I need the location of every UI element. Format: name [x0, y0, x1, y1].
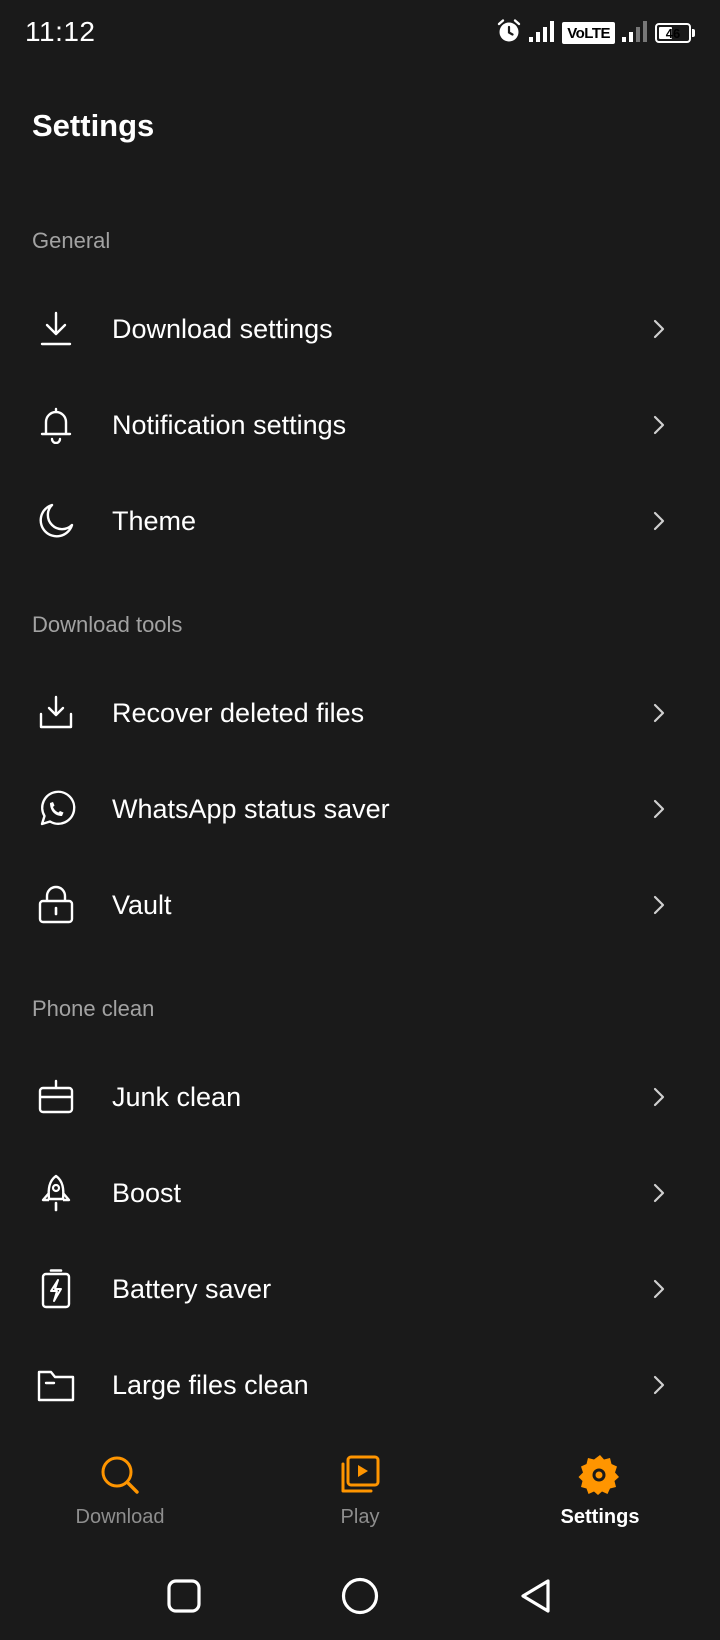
settings-item-battery-saver[interactable]: Battery saver [0, 1244, 720, 1334]
section-header-phone-clean: Phone clean [32, 996, 155, 1021]
settings-item-boost[interactable]: Boost [0, 1148, 720, 1238]
basket-icon [34, 1075, 78, 1119]
settings-item-recover-deleted-files[interactable]: Recover deleted files [0, 668, 720, 758]
nav-label: Download [75, 1506, 165, 1528]
settings-item-label: Theme [112, 505, 197, 536]
play-library-icon [337, 1452, 383, 1498]
recents-button[interactable] [162, 1574, 206, 1618]
moon-icon [34, 499, 78, 543]
alarm-icon [496, 18, 522, 49]
chevron-right-icon [648, 894, 670, 916]
back-button[interactable] [514, 1574, 558, 1618]
chevron-right-icon [648, 1374, 670, 1396]
volte-badge: VoLTE [562, 22, 615, 44]
settings-item-download-settings[interactable]: Download settings [0, 284, 720, 374]
section-header-general: General [32, 228, 111, 253]
settings-item-label: WhatsApp status saver [112, 793, 390, 824]
whatsapp-icon [34, 787, 78, 831]
chevron-right-icon [648, 702, 670, 724]
settings-item-label: Vault [112, 889, 172, 920]
chevron-right-icon [648, 1086, 670, 1108]
status-time: 11:12 [25, 16, 96, 47]
settings-item-label: Battery saver [112, 1273, 272, 1304]
folder-icon [34, 1363, 78, 1407]
signal-icon [528, 19, 556, 48]
chevron-right-icon [648, 318, 670, 340]
settings-item-label: Junk clean [112, 1081, 242, 1112]
status-bar: 11:12 VoLTE 46 [0, 0, 720, 66]
nav-tab-play[interactable]: Play [260, 1440, 460, 1540]
signal-2-icon [621, 19, 649, 48]
chevron-right-icon [648, 1278, 670, 1300]
chevron-right-icon [648, 510, 670, 532]
settings-item-label: Large files clean [112, 1369, 309, 1400]
system-nav-bar [0, 1550, 720, 1640]
settings-item-label: Recover deleted files [112, 697, 365, 728]
section-header-download-tools: Download tools [32, 612, 183, 637]
settings-item-theme[interactable]: Theme [0, 476, 720, 566]
nav-tab-download[interactable]: Download [20, 1440, 220, 1540]
chevron-right-icon [648, 414, 670, 436]
nav-label: Play [340, 1506, 380, 1528]
chevron-right-icon [648, 798, 670, 820]
gear-icon [577, 1452, 623, 1498]
bell-icon [34, 403, 78, 447]
battery-level: 46 [665, 25, 681, 41]
chevron-right-icon [648, 1182, 670, 1204]
status-icons: VoLTE 46 [496, 18, 695, 48]
settings-item-label: Download settings [112, 313, 333, 344]
tray-download-icon [34, 691, 78, 735]
settings-item-notification-settings[interactable]: Notification settings [0, 380, 720, 470]
settings-item-label: Notification settings [112, 409, 347, 440]
battery-icon: 46 [655, 23, 691, 43]
home-button[interactable] [338, 1574, 382, 1618]
settings-item-label: Boost [112, 1177, 182, 1208]
search-icon [97, 1452, 143, 1498]
battery-nub [692, 29, 695, 37]
page-title: Settings [32, 108, 155, 143]
lock-icon [34, 883, 78, 927]
bottom-nav: Download Play Settings [0, 1440, 720, 1540]
settings-item-whatsapp-status-saver[interactable]: WhatsApp status saver [0, 764, 720, 854]
battery-bolt-icon [34, 1267, 78, 1311]
settings-item-junk-clean[interactable]: Junk clean [0, 1052, 720, 1142]
rocket-icon [34, 1171, 78, 1215]
nav-label: Settings [560, 1506, 640, 1528]
download-icon [34, 307, 78, 351]
nav-tab-settings[interactable]: Settings [500, 1440, 700, 1540]
settings-item-vault[interactable]: Vault [0, 860, 720, 950]
settings-item-large-files-clean[interactable]: Large files clean [0, 1340, 720, 1430]
